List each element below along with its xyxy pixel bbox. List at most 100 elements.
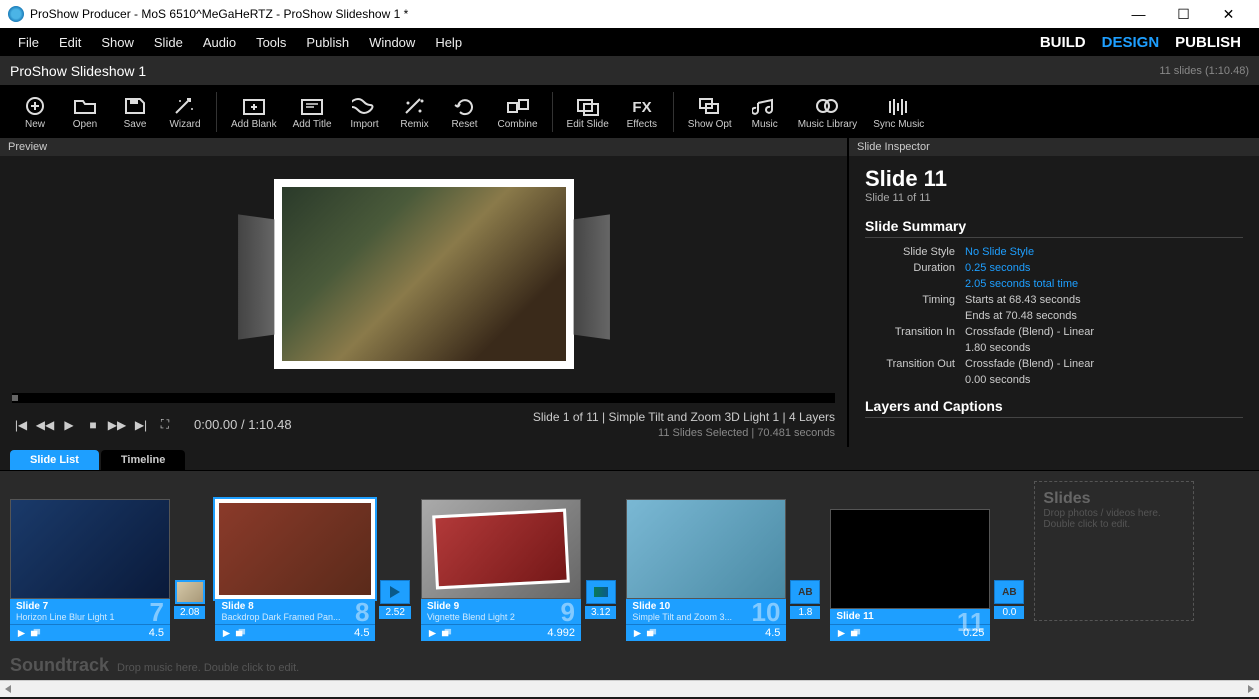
time-display: 0:00.00 / 1:10.48 [194, 417, 292, 432]
slide-card[interactable]: Slide 10Simple Tilt and Zoom 3...104.5 [626, 499, 786, 641]
play-icon[interactable] [836, 628, 847, 639]
menu-publish[interactable]: Publish [296, 31, 359, 54]
menu-show[interactable]: Show [91, 31, 144, 54]
transition-time[interactable]: 1.8 [790, 606, 820, 619]
minimize-button[interactable]: — [1116, 0, 1161, 28]
slide-list[interactable]: Slide 7Horizon Line Blur Light 17 4.5 2.08… [0, 471, 1259, 651]
import-button[interactable]: Import [340, 93, 390, 132]
first-button[interactable]: |◀ [12, 416, 30, 434]
showopt-icon [697, 95, 723, 117]
close-button[interactable]: ✕ [1206, 0, 1251, 28]
timing-label: Timing [865, 294, 965, 306]
next-slide-mini[interactable] [175, 580, 205, 604]
slide-number: 11 [957, 609, 985, 635]
slide-thumbnail[interactable] [626, 499, 786, 599]
soundtrack-lane[interactable]: Soundtrack Drop music here. Double click… [0, 651, 1259, 680]
trans-in-value-2: 1.80 seconds [965, 342, 1030, 354]
slides-drop-zone[interactable]: SlidesDrop photos / videos here.Double c… [1034, 481, 1194, 621]
slide-card[interactable]: Slide 9Vignette Blend Light 294.992 [421, 499, 581, 641]
transition-time[interactable]: 0.0 [994, 606, 1024, 619]
play-button[interactable]: ▶ [60, 416, 78, 434]
duration-value-2[interactable]: 2.05 seconds total time [965, 278, 1078, 290]
mode-design[interactable]: DESIGN [1102, 34, 1160, 51]
slide-style-name: Backdrop Dark Framed Pan... [221, 612, 369, 622]
layers-icon[interactable] [30, 628, 41, 639]
window-title: ProShow Producer - MoS 6510^MeGaHeRTZ - … [30, 7, 1116, 21]
save-button[interactable]: Save [110, 93, 160, 132]
trans-out-value-2: 0.00 seconds [965, 374, 1030, 386]
play-icon[interactable] [632, 628, 643, 639]
remix-button[interactable]: Remix [390, 93, 440, 132]
musiclib-button[interactable]: Music Library [790, 93, 865, 132]
play-icon[interactable] [16, 628, 27, 639]
menu-slide[interactable]: Slide [144, 31, 193, 54]
prev-button[interactable]: ◀◀ [36, 416, 54, 434]
addblank-button[interactable]: Add Blank [223, 93, 285, 132]
layers-icon[interactable] [850, 628, 861, 639]
maximize-button[interactable]: ☐ [1161, 0, 1206, 28]
menu-tools[interactable]: Tools [246, 31, 296, 54]
tab-slide-list[interactable]: Slide List [10, 450, 99, 470]
stop-button[interactable]: ■ [84, 416, 102, 434]
combine-button[interactable]: Combine [490, 93, 546, 132]
transition-icon[interactable] [380, 580, 410, 604]
slide-info: Slide 7Horizon Line Blur Light 17 [10, 599, 170, 624]
transition-time[interactable]: 2.52 [379, 606, 410, 619]
editslide-button[interactable]: Edit Slide [559, 93, 617, 132]
mode-build[interactable]: BUILD [1040, 34, 1086, 51]
slide-thumbnail[interactable] [215, 499, 375, 599]
wizard-button[interactable]: Wizard [160, 93, 210, 132]
slide-duration[interactable]: 4.5 [149, 627, 164, 639]
duration-label: Duration [865, 262, 965, 274]
fullscreen-button[interactable]: ⛶ [156, 416, 174, 434]
infobar: ProShow Slideshow 1 11 slides (1:10.48) [0, 56, 1259, 86]
transition-icon[interactable]: AB [994, 580, 1024, 604]
transition-time[interactable]: 3.12 [585, 606, 616, 619]
last-button[interactable]: ▶| [132, 416, 150, 434]
layers-icon[interactable] [646, 628, 657, 639]
menu-help[interactable]: Help [425, 31, 472, 54]
preview-viewport[interactable] [0, 156, 847, 393]
syncmusic-icon [886, 95, 912, 117]
playhead-track[interactable] [12, 393, 835, 403]
slide-card[interactable]: Slide 11110.25 [830, 509, 990, 641]
menu-edit[interactable]: Edit [49, 31, 91, 54]
showopt-button[interactable]: Show Opt [680, 93, 740, 132]
mode-publish[interactable]: PUBLISH [1175, 34, 1241, 51]
effects-button[interactable]: FXEffects [617, 93, 667, 132]
save-icon [122, 95, 148, 117]
remix-icon [402, 95, 428, 117]
style-value[interactable]: No Slide Style [965, 246, 1034, 258]
addblank-icon [241, 95, 267, 117]
play-icon[interactable] [427, 628, 438, 639]
transition-icon[interactable] [586, 580, 616, 604]
slide-thumbnail[interactable] [10, 499, 170, 599]
transition-time[interactable]: 2.08 [174, 606, 205, 619]
drop-hint-2: Double click to edit. [1043, 519, 1185, 530]
slide-duration[interactable]: 4.5 [354, 627, 369, 639]
layers-icon[interactable] [235, 628, 246, 639]
slide-duration[interactable]: 4.5 [765, 627, 780, 639]
menu-audio[interactable]: Audio [193, 31, 246, 54]
horizontal-scrollbar[interactable] [0, 680, 1259, 697]
trans-in-value-1: Crossfade (Blend) - Linear [965, 326, 1094, 338]
syncmusic-button[interactable]: Sync Music [865, 93, 932, 132]
open-button[interactable]: Open [60, 93, 110, 132]
slide-thumbnail[interactable] [421, 499, 581, 599]
duration-value-1[interactable]: 0.25 seconds [965, 262, 1030, 274]
addtitle-button[interactable]: Add Title [285, 93, 340, 132]
reset-button[interactable]: Reset [440, 93, 490, 132]
play-icon[interactable] [221, 628, 232, 639]
transition-icon[interactable]: AB [790, 580, 820, 604]
slide-thumbnail[interactable] [830, 509, 990, 609]
tab-timeline[interactable]: Timeline [101, 450, 185, 470]
slide-card[interactable]: Slide 7Horizon Line Blur Light 17 4.5 [10, 499, 170, 641]
menu-window[interactable]: Window [359, 31, 425, 54]
new-button[interactable]: New [10, 93, 60, 132]
slide-card[interactable]: Slide 8Backdrop Dark Framed Pan...84.5 [215, 499, 375, 641]
next-button[interactable]: ▶▶ [108, 416, 126, 434]
slide-duration[interactable]: 4.992 [547, 627, 575, 639]
menu-file[interactable]: File [8, 31, 49, 54]
music-button[interactable]: Music [740, 93, 790, 132]
layers-icon[interactable] [441, 628, 452, 639]
